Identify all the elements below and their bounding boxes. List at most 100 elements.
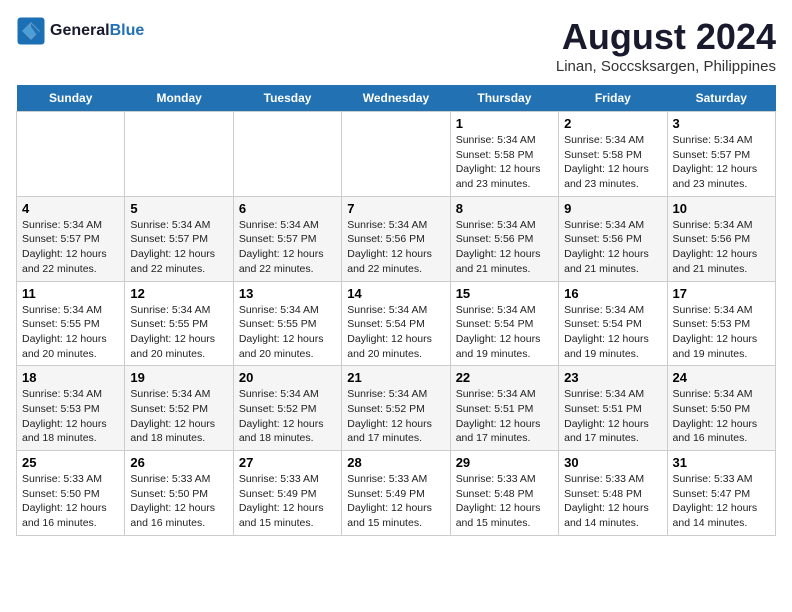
cell-info: Sunrise: 5:34 AMSunset: 5:58 PMDaylight:… <box>564 133 661 192</box>
cell-info: Sunrise: 5:34 AMSunset: 5:57 PMDaylight:… <box>239 218 336 277</box>
calendar-cell: 13 Sunrise: 5:34 AMSunset: 5:55 PMDayligh… <box>233 281 341 366</box>
cell-info: Sunrise: 5:34 AMSunset: 5:51 PMDaylight:… <box>564 387 661 446</box>
cell-info: Sunrise: 5:33 AMSunset: 5:48 PMDaylight:… <box>564 472 661 531</box>
calendar-cell: 8 Sunrise: 5:34 AMSunset: 5:56 PMDaylight… <box>450 196 558 281</box>
cell-info: Sunrise: 5:34 AMSunset: 5:57 PMDaylight:… <box>673 133 770 192</box>
cell-info: Sunrise: 5:34 AMSunset: 5:57 PMDaylight:… <box>130 218 227 277</box>
logo-icon <box>16 16 46 46</box>
calendar-cell: 7 Sunrise: 5:34 AMSunset: 5:56 PMDaylight… <box>342 196 450 281</box>
day-header-friday: Friday <box>559 85 667 112</box>
calendar-cell: 6 Sunrise: 5:34 AMSunset: 5:57 PMDaylight… <box>233 196 341 281</box>
main-title: August 2024 <box>556 16 776 58</box>
logo: GeneralBlue <box>16 16 144 46</box>
day-header-thursday: Thursday <box>450 85 558 112</box>
calendar-cell: 21Sunrise: 5:34 AMSunset: 5:52 PMDayligh… <box>342 366 450 451</box>
calendar-cell: 29 Sunrise: 5:33 AMSunset: 5:48 PMDayligh… <box>450 451 558 536</box>
date-number: 25 <box>22 455 119 470</box>
cell-info: Sunrise: 5:33 AMSunset: 5:47 PMDaylight:… <box>673 472 770 531</box>
date-number: 7 <box>347 201 444 216</box>
date-number: 22 <box>456 370 553 385</box>
date-number: 6 <box>239 201 336 216</box>
calendar-cell: 1Sunrise: 5:34 AMSunset: 5:58 PMDaylight… <box>450 112 558 197</box>
cell-info: Sunrise: 5:33 AMSunset: 5:50 PMDaylight:… <box>22 472 119 531</box>
calendar-cell: 20 Sunrise: 5:34 AMSunset: 5:52 PMDayligh… <box>233 366 341 451</box>
logo-text: GeneralBlue <box>50 22 144 40</box>
date-number: 30 <box>564 455 661 470</box>
cell-info: Sunrise: 5:34 AMSunset: 5:56 PMDaylight:… <box>673 218 770 277</box>
calendar-cell: 22 Sunrise: 5:34 AMSunset: 5:51 PMDayligh… <box>450 366 558 451</box>
date-number: 20 <box>239 370 336 385</box>
calendar-cell: 25 Sunrise: 5:33 AMSunset: 5:50 PMDayligh… <box>17 451 125 536</box>
calendar-cell: 28 Sunrise: 5:33 AMSunset: 5:49 PMDayligh… <box>342 451 450 536</box>
date-number: 9 <box>564 201 661 216</box>
cell-info: Sunrise: 5:34 AMSunset: 5:54 PMDaylight:… <box>456 303 553 362</box>
date-number: 16 <box>564 286 661 301</box>
cell-info: Sunrise: 5:34 AMSunset: 5:56 PMDaylight:… <box>456 218 553 277</box>
cell-info: Sunrise: 5:34 AMSunset: 5:53 PMDaylight:… <box>22 387 119 446</box>
calendar-cell: 15 Sunrise: 5:34 AMSunset: 5:54 PMDayligh… <box>450 281 558 366</box>
cell-info: Sunrise: 5:34 AMSunset: 5:51 PMDaylight:… <box>456 387 553 446</box>
cell-info: Sunrise: 5:33 AMSunset: 5:49 PMDaylight:… <box>347 472 444 531</box>
calendar-cell: 31 Sunrise: 5:33 AMSunset: 5:47 PMDayligh… <box>667 451 775 536</box>
day-header-sunday: Sunday <box>17 85 125 112</box>
date-number: 23 <box>564 370 661 385</box>
calendar-cell: 10 Sunrise: 5:34 AMSunset: 5:56 PMDayligh… <box>667 196 775 281</box>
cell-info: Sunrise: 5:33 AMSunset: 5:50 PMDaylight:… <box>130 472 227 531</box>
cell-info: Sunrise: 5:34 AMSunset: 5:56 PMDaylight:… <box>347 218 444 277</box>
date-number: 13 <box>239 286 336 301</box>
date-number: 18 <box>22 370 119 385</box>
cell-info: Sunrise: 5:33 AMSunset: 5:49 PMDaylight:… <box>239 472 336 531</box>
cell-info: Sunrise: 5:34 AMSunset: 5:50 PMDaylight:… <box>673 387 770 446</box>
date-number: 1 <box>456 116 553 131</box>
date-number: 24 <box>673 370 770 385</box>
calendar-cell: 18 Sunrise: 5:34 AMSunset: 5:53 PMDayligh… <box>17 366 125 451</box>
date-number: 28 <box>347 455 444 470</box>
cell-info: Sunrise: 5:33 AMSunset: 5:48 PMDaylight:… <box>456 472 553 531</box>
cell-info: Sunrise: 5:34 AMSunset: 5:57 PMDaylight:… <box>22 218 119 277</box>
calendar-cell <box>17 112 125 197</box>
cell-info: Sunrise: 5:34 AMSunset: 5:53 PMDaylight:… <box>673 303 770 362</box>
calendar-cell: 30 Sunrise: 5:33 AMSunset: 5:48 PMDayligh… <box>559 451 667 536</box>
calendar-cell <box>125 112 233 197</box>
date-number: 10 <box>673 201 770 216</box>
calendar-cell: 16 Sunrise: 5:34 AMSunset: 5:54 PMDayligh… <box>559 281 667 366</box>
day-header-tuesday: Tuesday <box>233 85 341 112</box>
date-number: 5 <box>130 201 227 216</box>
cell-info: Sunrise: 5:34 AMSunset: 5:55 PMDaylight:… <box>22 303 119 362</box>
cell-info: Sunrise: 5:34 AMSunset: 5:54 PMDaylight:… <box>564 303 661 362</box>
calendar-cell <box>233 112 341 197</box>
calendar-cell: 14Sunrise: 5:34 AMSunset: 5:54 PMDayligh… <box>342 281 450 366</box>
day-header-monday: Monday <box>125 85 233 112</box>
day-header-wednesday: Wednesday <box>342 85 450 112</box>
cell-info: Sunrise: 5:34 AMSunset: 5:52 PMDaylight:… <box>239 387 336 446</box>
calendar-cell: 19Sunrise: 5:34 AMSunset: 5:52 PMDayligh… <box>125 366 233 451</box>
calendar-cell: 3 Sunrise: 5:34 AMSunset: 5:57 PMDaylight… <box>667 112 775 197</box>
calendar-cell: 12 Sunrise: 5:34 AMSunset: 5:55 PMDayligh… <box>125 281 233 366</box>
cell-info: Sunrise: 5:34 AMSunset: 5:55 PMDaylight:… <box>239 303 336 362</box>
date-number: 19 <box>130 370 227 385</box>
header: GeneralBlue August 2024 Linan, Soccsksar… <box>16 16 776 75</box>
subtitle: Linan, Soccsksargen, Philippines <box>556 58 776 75</box>
date-number: 4 <box>22 201 119 216</box>
calendar-table: SundayMondayTuesdayWednesdayThursdayFrid… <box>16 85 776 536</box>
date-number: 3 <box>673 116 770 131</box>
calendar-cell: 17 Sunrise: 5:34 AMSunset: 5:53 PMDayligh… <box>667 281 775 366</box>
date-number: 26 <box>130 455 227 470</box>
calendar-cell: 2Sunrise: 5:34 AMSunset: 5:58 PMDaylight… <box>559 112 667 197</box>
date-number: 15 <box>456 286 553 301</box>
date-number: 31 <box>673 455 770 470</box>
date-number: 29 <box>456 455 553 470</box>
date-number: 17 <box>673 286 770 301</box>
calendar-cell <box>342 112 450 197</box>
calendar-cell: 5 Sunrise: 5:34 AMSunset: 5:57 PMDaylight… <box>125 196 233 281</box>
date-number: 12 <box>130 286 227 301</box>
title-area: August 2024 Linan, Soccsksargen, Philipp… <box>556 16 776 75</box>
calendar-cell: 26 Sunrise: 5:33 AMSunset: 5:50 PMDayligh… <box>125 451 233 536</box>
date-number: 8 <box>456 201 553 216</box>
date-number: 21 <box>347 370 444 385</box>
cell-info: Sunrise: 5:34 AMSunset: 5:54 PMDaylight:… <box>347 303 444 362</box>
cell-info: Sunrise: 5:34 AMSunset: 5:55 PMDaylight:… <box>130 303 227 362</box>
day-header-saturday: Saturday <box>667 85 775 112</box>
calendar-cell: 9Sunrise: 5:34 AMSunset: 5:56 PMDaylight… <box>559 196 667 281</box>
calendar-cell: 27Sunrise: 5:33 AMSunset: 5:49 PMDayligh… <box>233 451 341 536</box>
